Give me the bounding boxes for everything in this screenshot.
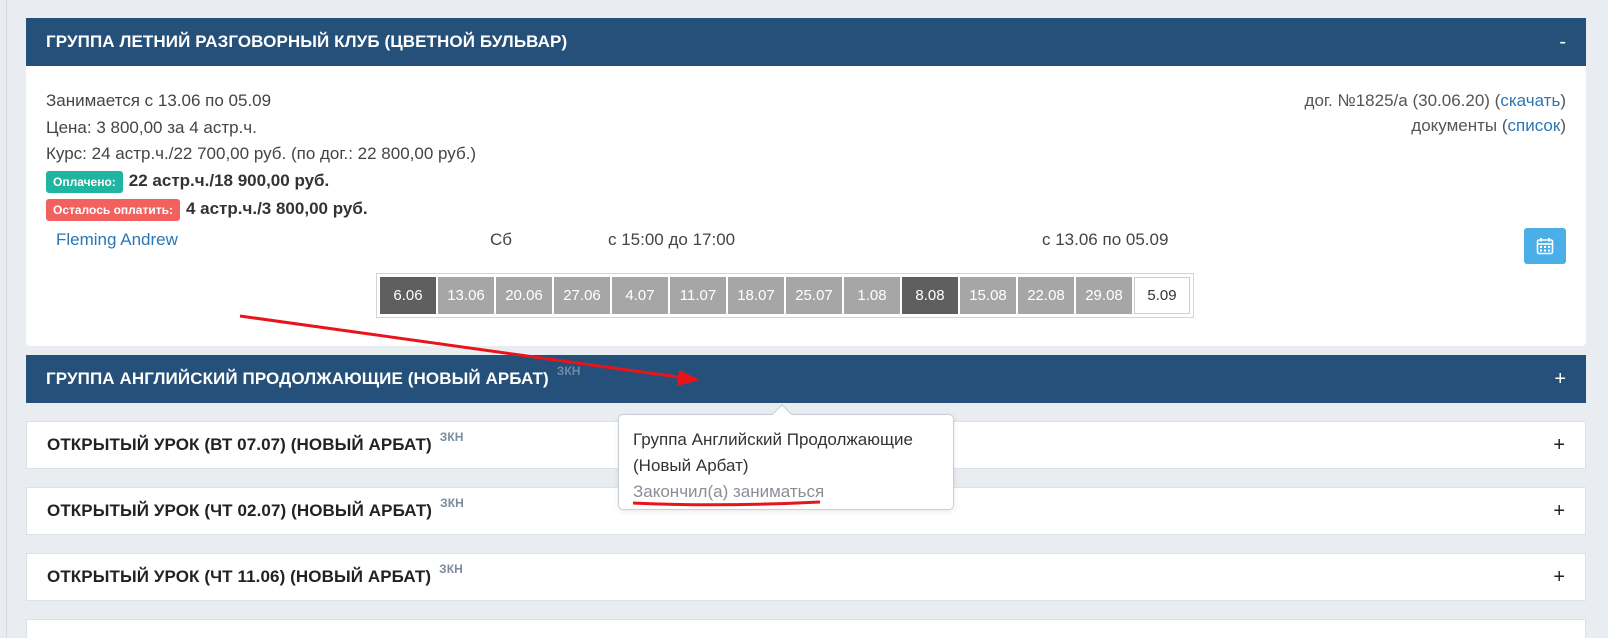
next-panel-edge [26, 619, 1586, 638]
lesson-date[interactable]: 29.08 [1076, 277, 1132, 314]
collapse-toggle[interactable]: - [1559, 31, 1566, 54]
contract-download-link[interactable]: скачать [1500, 91, 1560, 110]
lesson-title: ОТКРЫТЫЙ УРОК (ЧТ 11.06) (НОВЫЙ АРБАТ) З… [47, 562, 463, 587]
lesson-date[interactable]: 20.06 [496, 277, 552, 314]
lesson-date[interactable]: 22.08 [1018, 277, 1074, 314]
lesson-tag: ЗКН [439, 562, 463, 576]
group-info: Занимается с 13.06 по 05.09 Цена: 3 800,… [46, 88, 476, 224]
contract-info: дог. №1825/а (30.06.20) (скачать) докуме… [1305, 88, 1566, 138]
lesson-tag: ЗКН [439, 430, 464, 444]
due-value: 4 астр.ч./3 800,00 руб. [185, 199, 368, 219]
lesson-date[interactable]: 27.06 [554, 277, 610, 314]
lesson-title-text: ОТКРЫТЫЙ УРОК (ЧТ 02.07) (НОВЫЙ АРБАТ) [47, 501, 433, 520]
documents-list-link[interactable]: список [1508, 116, 1561, 135]
documents-line: документы (список) [1305, 113, 1566, 138]
course-text: Курс: 24 астр.ч./22 700,00 руб. (по дог.… [46, 144, 477, 163]
expand-toggle[interactable]: + [1553, 500, 1565, 523]
expand-toggle[interactable]: + [1554, 368, 1566, 391]
paid-value: 22 астр.ч./18 900,00 руб. [128, 171, 330, 191]
lesson-tag: ЗКН [440, 496, 464, 510]
schedule-row: Fleming Andrew Сб с 15:00 до 17:00 с 13.… [56, 230, 1556, 254]
calendar-button[interactable] [1524, 228, 1566, 264]
documents-text: документы ( [1411, 116, 1508, 135]
lesson-dates: 6.06 13.06 20.06 27.06 4.07 11.07 18.07 25.07 1.… [376, 273, 1194, 318]
teacher-link[interactable]: Fleming Andrew [56, 230, 178, 250]
group-title: ГРУППА ЛЕТНИЙ РАЗГОВОРНЫЙ КЛУБ (ЦВЕТНОЙ … [46, 32, 568, 51]
lesson-date[interactable]: 25.07 [786, 277, 842, 314]
due-row: Осталось оплатить: 4 астр.ч./3 800,00 ру… [46, 196, 476, 224]
calendar-icon [1536, 238, 1554, 255]
lesson-title-text: ОТКРЫТЫЙ УРОК (ВТ 07.07) (НОВЫЙ АРБАТ) [47, 435, 432, 454]
schedule-text: Занимается с 13.06 по 05.09 [46, 91, 272, 110]
expand-toggle[interactable]: + [1553, 434, 1565, 457]
group-title-text: ГРУППА АНГЛИЙСКИЙ ПРОДОЛЖАЮЩИЕ (НОВЫЙ АР… [46, 369, 549, 388]
group-header-summer-club[interactable]: ГРУППА ЛЕТНИЙ РАЗГОВОРНЫЙ КЛУБ (ЦВЕТНОЙ … [26, 18, 1586, 66]
group-tooltip: Группа Английский Продолжающие (Новый Ар… [618, 404, 954, 510]
lesson-date[interactable]: 11.07 [670, 277, 726, 314]
lesson-date[interactable]: 1.08 [844, 277, 900, 314]
paid-badge: Оплачено: [46, 170, 123, 193]
weekday: Сб [490, 230, 513, 249]
contract-text: дог. №1825/а (30.06.20) ( [1304, 91, 1501, 110]
expand-toggle[interactable]: + [1553, 566, 1565, 589]
open-lesson-1106[interactable]: ОТКРЫТЫЙ УРОК (ЧТ 11.06) (НОВЫЙ АРБАТ) З… [26, 553, 1586, 601]
lesson-date[interactable]: 6.06 [380, 277, 436, 314]
documents-close: ) [1560, 116, 1566, 135]
tooltip-line2: (Новый Арбат) [633, 456, 749, 475]
group-header-english[interactable]: ГРУППА АНГЛИЙСКИЙ ПРОДОЛЖАЮЩИЕ (НОВЫЙ АР… [26, 355, 1586, 403]
lesson-date[interactable]: 15.08 [960, 277, 1016, 314]
tooltip-line1: Группа Английский Продолжающие [633, 430, 913, 449]
period: с 13.06 по 05.09 [1042, 230, 1169, 249]
paid-row: Оплачено: 22 астр.ч./18 900,00 руб. [46, 168, 476, 196]
lesson-title: ОТКРЫТЫЙ УРОК (ВТ 07.07) (НОВЫЙ АРБАТ) З… [47, 430, 464, 455]
group-tag: ЗКН [556, 364, 581, 378]
due-badge: Осталось оплатить: [46, 198, 180, 221]
lesson-date[interactable]: 8.08 [902, 277, 958, 314]
contract-line: дог. №1825/а (30.06.20) (скачать) [1305, 88, 1566, 113]
group-title: ГРУППА АНГЛИЙСКИЙ ПРОДОЛЖАЮЩИЕ (НОВЫЙ АР… [46, 364, 581, 389]
tooltip-status: Закончил(а) заниматься [633, 482, 825, 501]
group-details-panel: Занимается с 13.06 по 05.09 Цена: 3 800,… [26, 66, 1586, 346]
time-range: с 15:00 до 17:00 [608, 230, 736, 249]
contract-close: ) [1560, 91, 1566, 110]
lesson-title-text: ОТКРЫТЫЙ УРОК (ЧТ 11.06) (НОВЫЙ АРБАТ) [47, 567, 432, 586]
lesson-title: ОТКРЫТЫЙ УРОК (ЧТ 02.07) (НОВЫЙ АРБАТ) З… [47, 496, 464, 521]
lesson-date[interactable]: 18.07 [728, 277, 784, 314]
lesson-date[interactable]: 4.07 [612, 277, 668, 314]
price-text: Цена: 3 800,00 за 4 астр.ч. [46, 117, 257, 137]
lesson-date[interactable]: 5.09 [1134, 277, 1190, 314]
lesson-date[interactable]: 13.06 [438, 277, 494, 314]
